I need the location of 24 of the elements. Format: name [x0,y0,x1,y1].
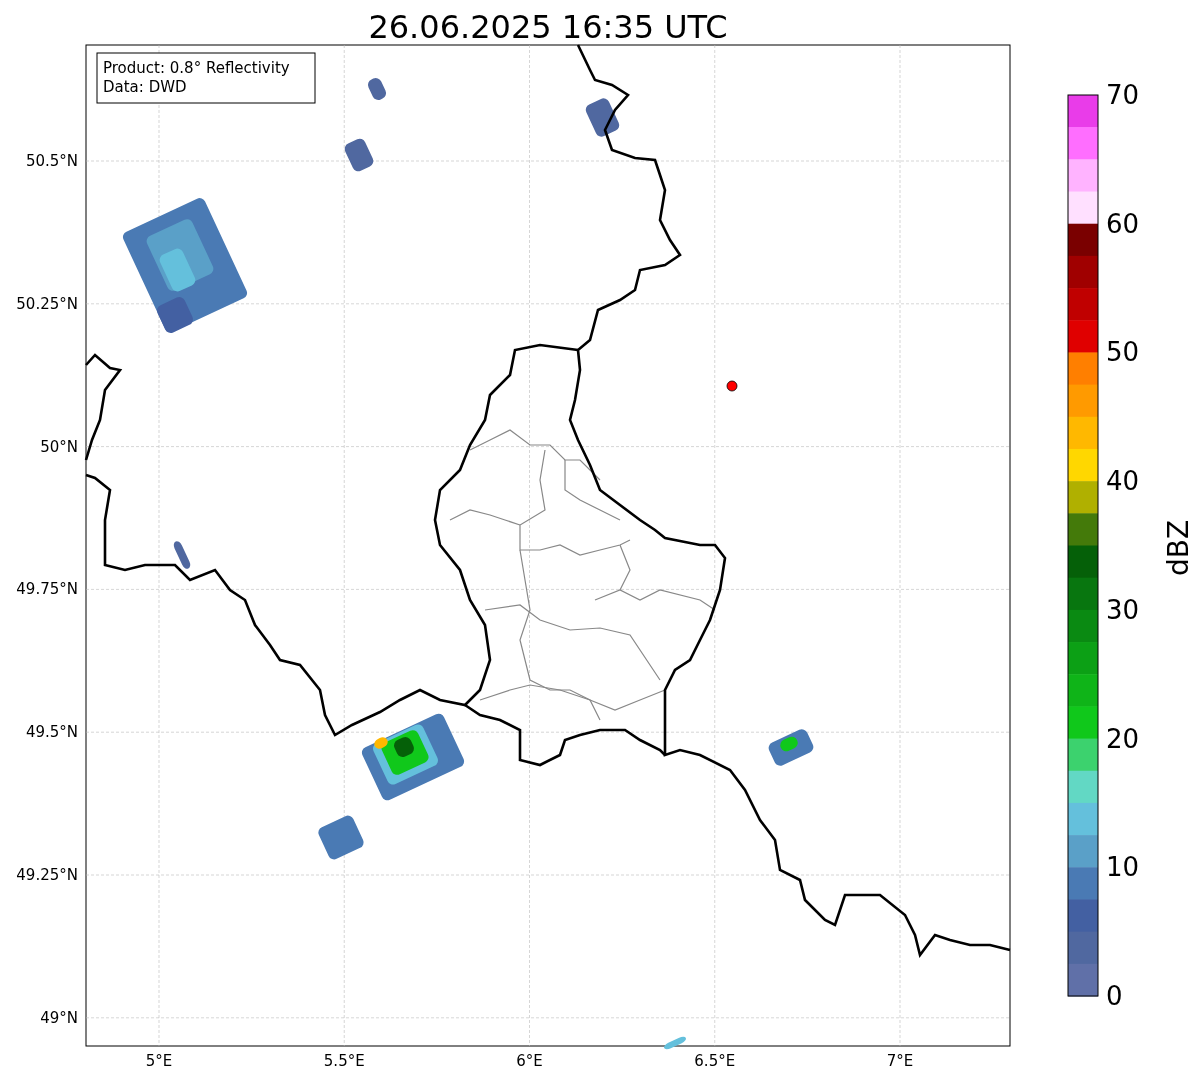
figure-title: 26.06.2025 16:35 UTC [368,8,728,46]
colorbar-tick-label: 10 [1106,852,1140,883]
info-text: Product: 0.8° Reflectivity [103,59,290,77]
longitude-label: 5.5°E [323,1052,365,1070]
latitude-label: 50.25°N [16,294,78,313]
colorbar-tick-label: 20 [1106,723,1140,754]
colorbar-tick-label: 50 [1106,337,1140,368]
colorbar-tick-label: 30 [1106,594,1140,625]
colorbar-tick-label: 0 [1106,981,1123,1011]
latitude-label: 49.25°N [16,866,78,884]
latitude-label: 49°N [40,1008,78,1027]
longitude-label: 6.5°E [694,1052,736,1070]
latitude-label: 50.5°N [25,152,78,170]
longitude-label: 6°E [516,1052,543,1070]
colorbar-label: dBZ [1162,519,1195,577]
longitude-label: 5°E [145,1052,173,1070]
colorbar-tick-label: 70 [1106,80,1140,110]
info-text: Data: DWD [103,78,187,96]
colorbar-tick-label: 60 [1106,208,1140,239]
longitude-label: 7°E [886,1052,914,1070]
latitude-label: 50°N [40,437,78,456]
latitude-label: 49.75°N [16,580,78,599]
colorbar-tick-label: 40 [1106,466,1140,497]
latitude-label: 49.5°N [25,723,78,742]
